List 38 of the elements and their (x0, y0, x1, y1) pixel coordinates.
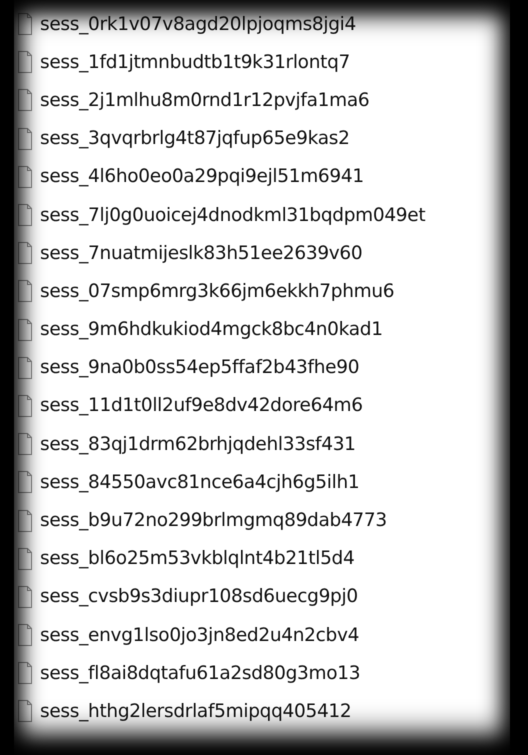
file-name[interactable]: sess_11d1t0ll2uf9e8dv42dore64m6 (40, 395, 363, 416)
file-icon (18, 242, 32, 264)
file-icon (18, 13, 32, 36)
file-name[interactable]: sess_7lj0g0uoicej4dnodkml31bqdpm049et (40, 204, 426, 226)
file-icon (18, 89, 32, 112)
file-icon (18, 471, 32, 494)
file-icon (18, 280, 32, 302)
file-name[interactable]: sess_envg1lso0jo3jn8ed2u4n2cbv4 (40, 624, 360, 646)
file-name[interactable]: sess_1fd1jtmnbudtb1t9k31rlontq7 (40, 52, 350, 73)
file-icon (18, 624, 32, 646)
file-icon (18, 510, 32, 532)
file-icon (18, 433, 32, 456)
file-name[interactable]: sess_cvsb9s3diupr108sd6uecg9pj0 (40, 586, 358, 608)
file-name[interactable]: sess_bl6o25m53vkblqlnt4b21tl5d4 (40, 548, 354, 570)
file-icon (18, 128, 32, 150)
file-icon (18, 700, 32, 722)
file-icon (18, 662, 32, 684)
file-icon (18, 318, 32, 341)
file-icon (18, 166, 32, 188)
file-name[interactable]: sess_hthg2lersdrlaf5mipqq405412 (40, 700, 352, 722)
file-name[interactable]: sess_b9u72no299brlmgmq89dab4773 (40, 510, 387, 532)
file-icon (18, 586, 32, 608)
file-name[interactable]: sess_84550avc81nce6a4cjh6g5ilh1 (40, 472, 360, 493)
file-icon (18, 204, 32, 226)
file-icon (18, 356, 32, 379)
file-name[interactable]: sess_07smp6mrg3k66jm6ekkh7phmu6 (40, 280, 394, 302)
file-name[interactable]: sess_3qvqrbrlg4t87jqfup65e9kas2 (40, 128, 350, 150)
file-name[interactable]: sess_fl8ai8dqtafu61a2sd80g3mo13 (40, 662, 360, 684)
file-icon (18, 394, 32, 417)
file-name[interactable]: sess_0rk1v07v8agd20lpjoqms8jgi4 (40, 14, 356, 35)
file-name[interactable]: sess_4l6ho0eo0a29pqi9ejl51m6941 (40, 166, 364, 188)
file-name[interactable]: sess_2j1mlhu8m0rnd1r12pvjfa1ma6 (40, 90, 370, 111)
file-icon (18, 51, 32, 74)
file-name[interactable]: sess_9na0b0ss54ep5ffaf2b43fhe90 (40, 357, 360, 378)
file-name[interactable]: sess_7nuatmijeslk83h51ee2639v60 (40, 242, 362, 264)
file-name[interactable]: sess_9m6hdkukiod4mgck8bc4n0kad1 (40, 319, 383, 340)
file-name[interactable]: sess_83qj1drm62brhjqdehl33sf431 (40, 434, 356, 455)
file-icon (18, 548, 32, 570)
